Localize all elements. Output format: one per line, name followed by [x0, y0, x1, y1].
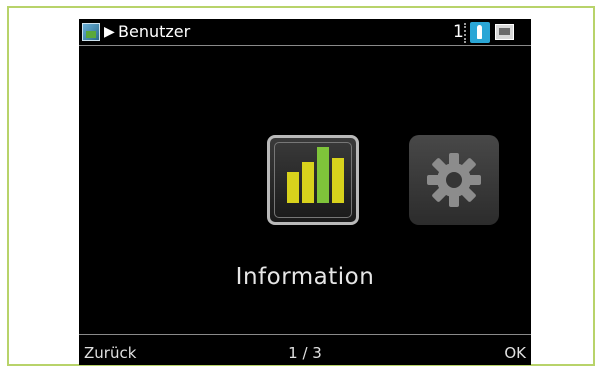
status-bar: ▶ Benutzer 1 [79, 19, 531, 46]
status-count: 1 [453, 22, 464, 42]
ok-softkey[interactable]: OK [504, 343, 526, 363]
bar-chart-icon-bar [317, 147, 329, 203]
breadcrumb-arrow-icon: ▶ [104, 24, 115, 40]
status-divider [464, 23, 467, 43]
softkey-bar: Zurück 1 / 3 OK [79, 334, 531, 365]
device-screen: ▶ Benutzer 1 Information Zurück 1 / 3 OK [79, 19, 531, 365]
menu-item-label: Information [235, 264, 375, 290]
breadcrumb-title: Benutzer [118, 22, 191, 41]
menu-tile-information[interactable] [267, 135, 359, 225]
bar-chart-icon-bar [287, 172, 299, 203]
touch-hand-icon[interactable] [470, 22, 490, 43]
gear-icon [427, 153, 481, 207]
menu-tile-settings[interactable] [409, 135, 499, 225]
bar-chart-icon-bar [332, 158, 344, 203]
app-icon [82, 23, 100, 41]
page-indicator: 1 / 3 [288, 344, 322, 362]
selection-highlight [274, 142, 352, 218]
display-icon[interactable] [495, 24, 514, 40]
bar-chart-icon-bar [302, 162, 314, 203]
